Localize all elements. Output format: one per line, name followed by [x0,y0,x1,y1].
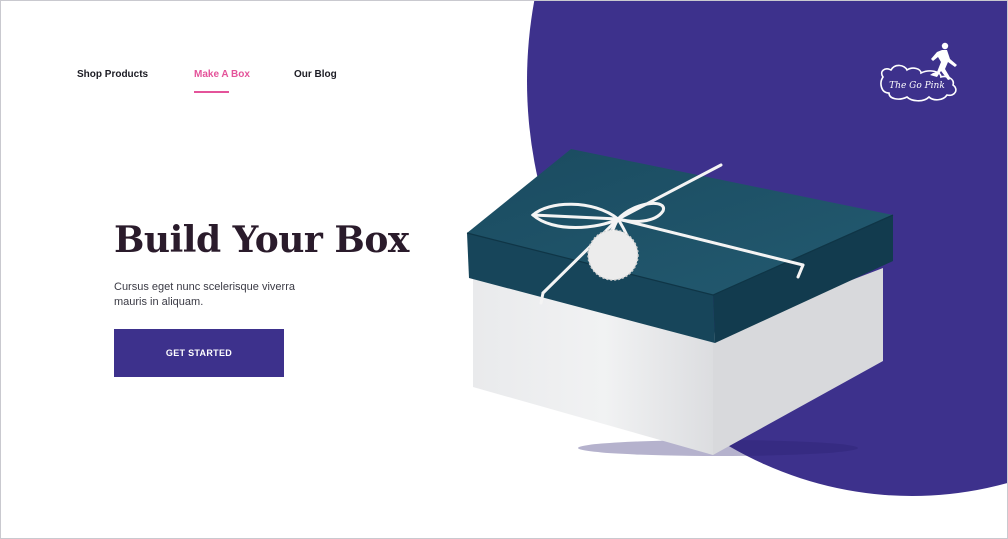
page: Shop Products Make A Box Our Blog The Go… [0,0,1008,539]
nav-shop-products[interactable]: Shop Products [77,69,148,80]
active-nav-underline [194,91,229,93]
hero-description: Cursus eget nunc scelerisque viverra mau… [114,281,295,308]
nav-our-blog[interactable]: Our Blog [294,69,337,80]
logo-text: The Go Pink [889,81,945,91]
get-started-button[interactable]: GET STARTED [114,329,284,377]
hero-title: Build Your Box [114,219,409,261]
runner-logo-icon [930,42,957,80]
brand-logo[interactable]: The Go Pink [875,39,967,103]
nav-make-a-box[interactable]: Make A Box [194,69,250,80]
gift-box-image [466,149,894,456]
